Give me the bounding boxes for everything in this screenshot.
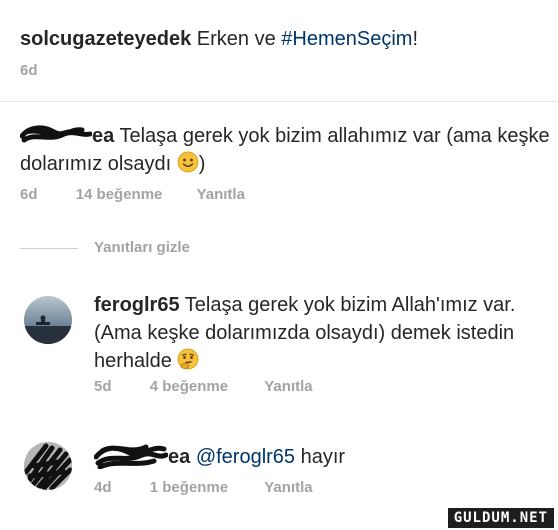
reply-username-fragment: ea [168, 446, 191, 468]
avatar-redaction [24, 442, 72, 490]
reply-likes[interactable]: 4 beğenme [150, 378, 228, 395]
avatar[interactable] [24, 442, 72, 490]
reply-text: feroglr65 Telaşa gerek yok bizim Allah'ı… [94, 291, 544, 375]
hide-replies-button[interactable]: Yanıtları gizle [94, 239, 190, 256]
comment-username[interactable]: ea [19, 122, 115, 150]
comment-likes[interactable]: 14 beğenme [76, 186, 163, 203]
comment-timestamp: 6d [20, 186, 38, 203]
reply-text-line2: (Ama keşke dolarımızda olsaydı) demek is… [94, 322, 515, 344]
thinking-face-emoji [177, 348, 199, 370]
reply-mention[interactable]: @feroglr65 [196, 446, 295, 468]
divider [0, 101, 558, 102]
post-hashtag[interactable]: #HemenSeçim [281, 28, 412, 50]
scribble-redaction [19, 125, 93, 143]
reply-timestamp: 5d [94, 378, 112, 395]
reply-text-line3: herhalde [94, 350, 172, 372]
post-caption: solcugazeteyedek Erken ve #HemenSeçim! [20, 25, 418, 53]
comment-text-end: ) [198, 153, 206, 175]
post-timestamp: 6d [20, 62, 38, 79]
smiling-face-emoji [177, 151, 199, 173]
reply-meta: 4d 1 beğenme Yanıtla [94, 479, 313, 496]
avatar-image [24, 296, 72, 344]
post-caption-text: Erken ve [196, 28, 276, 50]
reply-text-line1: Telaşa gerek yok bizim Allah'ımız var. [184, 294, 516, 316]
comment-text-line1: Telaşa gerek yok bizim allahımız var (am… [119, 125, 550, 147]
scribble-redaction [93, 444, 169, 470]
avatar[interactable] [24, 296, 72, 344]
reply-text-body: hayır [300, 446, 346, 468]
comment-text: ea Telaşa gerek yok bizim allahımız var … [19, 122, 550, 178]
reply-reply-button[interactable]: Yanıtla [264, 378, 312, 395]
reply-likes[interactable]: 1 beğenme [150, 479, 228, 496]
comment-meta: 6d 14 beğenme Yanıtla [20, 186, 245, 203]
reply-timestamp: 4d [94, 479, 112, 496]
post-caption-end: ! [412, 28, 418, 50]
comment-text-line2: dolarımız olsaydı [20, 153, 172, 175]
comment-reply-button[interactable]: Yanıtla [197, 186, 245, 203]
reply-reply-button[interactable]: Yanıtla [264, 479, 312, 496]
hide-replies-line [20, 248, 78, 249]
reply-meta: 5d 4 beğenme Yanıtla [94, 378, 313, 395]
reply-username[interactable]: ea [93, 441, 191, 471]
post-username[interactable]: solcugazeteyedek [20, 28, 191, 50]
comment-username-fragment: ea [92, 125, 115, 147]
reply-text: ea @feroglr65 hayır [93, 441, 544, 471]
watermark-logo: GULDUM.NET [447, 508, 554, 528]
reply-username[interactable]: feroglr65 [94, 294, 180, 316]
